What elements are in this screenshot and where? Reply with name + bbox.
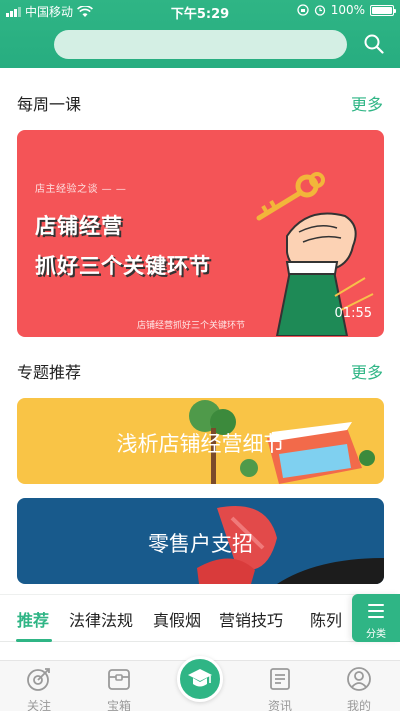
news-icon [270, 668, 290, 690]
status-right: 100% [297, 3, 396, 17]
battery-icon [370, 4, 396, 16]
status-bar: 中国移动 下午5:29 100% [0, 0, 400, 22]
search-input[interactable] [54, 30, 347, 59]
video-small-label: 店主经验之谈 — — [35, 184, 127, 195]
topic-card-label: 零售户支招 [148, 532, 253, 556]
tabbar-item-learn[interactable] [177, 656, 223, 702]
active-tab-indicator [16, 639, 52, 642]
weekly-more-link[interactable]: 更多 [351, 91, 383, 115]
tab-counterfeit[interactable]: 真假烟 [153, 607, 201, 631]
tabbar-label: 宝箱 [106, 699, 131, 711]
tab-marketing[interactable]: 营销技巧 [219, 607, 283, 631]
tabbar-label: 我的 [346, 699, 371, 711]
graduation-cap-icon [188, 669, 212, 687]
tabbar-item-news[interactable]: 资讯 [250, 665, 310, 711]
tab-display[interactable]: 陈列 [310, 607, 342, 631]
topics-section-title: 专题推荐 [17, 363, 82, 382]
chest-icon [108, 669, 130, 690]
tabbar-label: 资讯 [267, 699, 292, 711]
tabbar-item-follow[interactable]: 关注 [9, 665, 69, 711]
video-title-line1: 店铺经营 [35, 214, 123, 238]
app-header: 中国移动 下午5:29 100% [0, 0, 400, 68]
battery-percent: 100% [330, 3, 365, 17]
topic-card-retailer-tips[interactable]: 零售户支招 [17, 498, 384, 584]
rotation-lock-icon [297, 4, 309, 16]
tabbar-item-mine[interactable]: 我的 [329, 665, 389, 711]
alarm-icon [314, 5, 325, 16]
topics-more-link[interactable]: 更多 [351, 359, 383, 383]
topic-card-label: 浅析店铺经营细节 [116, 432, 285, 456]
category-button-label: 分类 [366, 629, 386, 640]
tab-laws[interactable]: 法律法规 [69, 607, 133, 631]
tabbar-item-chest[interactable]: 宝箱 [89, 665, 149, 711]
category-button[interactable]: 分类 [352, 594, 400, 642]
user-icon [347, 667, 371, 691]
category-tabs: 推荐 法律法规 真假烟 营销技巧 陈列 [0, 594, 400, 642]
search-icon[interactable] [362, 32, 386, 56]
tabbar-label: 关注 [26, 699, 51, 711]
video-caption: 店铺经营抓好三个关键环节 [137, 321, 246, 331]
target-icon [27, 668, 50, 691]
video-title-line2: 抓好三个关键环节 [35, 254, 211, 278]
weekly-video-card[interactable]: 店主经验之谈 — — 店铺经营 抓好三个关键环节 店铺经营抓好三个关键环节 01… [17, 130, 384, 337]
weekly-section-title: 每周一课 [17, 95, 82, 114]
video-duration: 01:55 [334, 306, 372, 321]
topic-card-store-details[interactable]: 浅析店铺经营细节 [17, 398, 384, 484]
menu-icon [368, 604, 384, 622]
tab-recommend[interactable]: 推荐 [17, 607, 49, 631]
